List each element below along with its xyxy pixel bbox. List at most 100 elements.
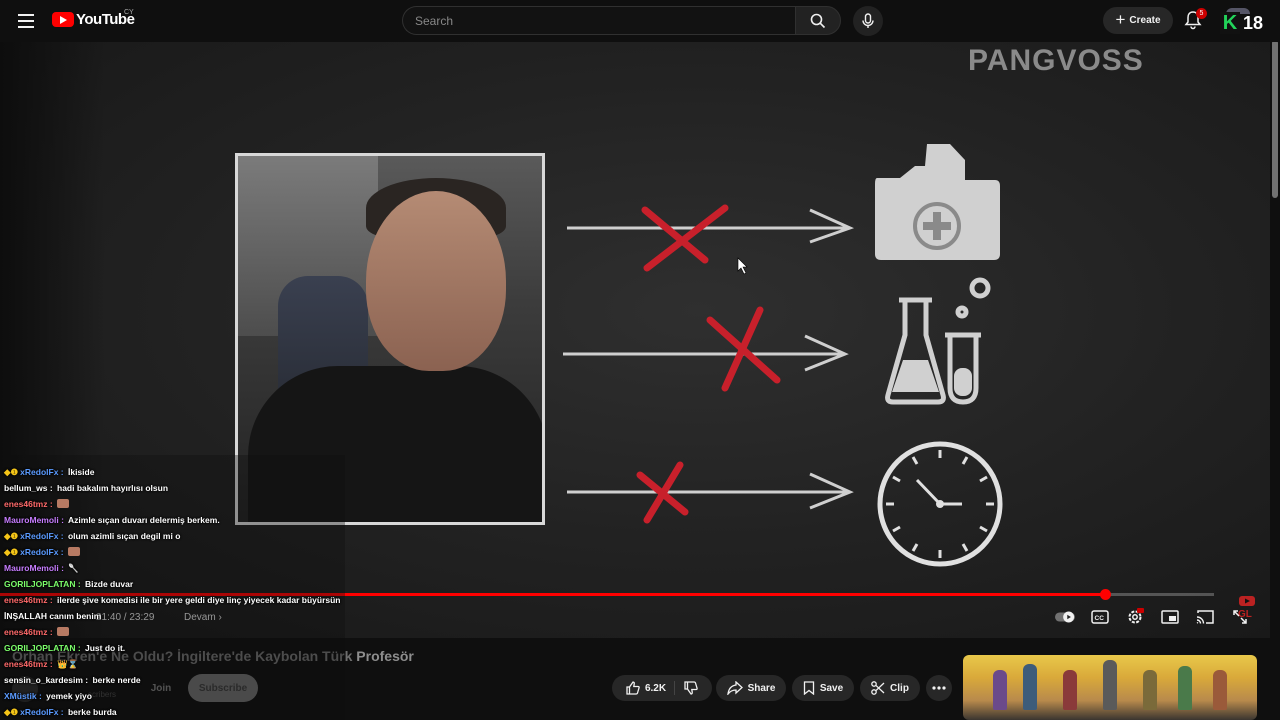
chat-text: Bizde duvar [82, 579, 134, 589]
chat-message: enes46tmz : 👑⌛ [4, 659, 78, 670]
chat-username[interactable]: enes46tmz : [4, 659, 53, 669]
chat-username[interactable]: xRedolFx : [20, 547, 63, 557]
age-rating-overlay: K 18 [1220, 12, 1263, 34]
chat-username[interactable]: enes46tmz : [4, 499, 53, 509]
live-chat-overlay: ◆❶ xRedolFx : İkiside bellum_ws : hadi bak… [0, 455, 345, 720]
chat-text: berke burda [65, 707, 117, 717]
chat-username[interactable]: GORILJOPLATAN : [4, 643, 81, 653]
chat-message: MauroMemoli : Azimle sıçan duvarı delerm… [4, 515, 220, 525]
chat-username[interactable]: xRedolFx : [20, 531, 63, 541]
chat-message: GORILJOPLATAN : Bizde duvar [4, 579, 133, 589]
like-button[interactable]: 6.2K [626, 681, 676, 695]
thumbnail-figure [1063, 670, 1077, 710]
thumbnail-figure [1178, 666, 1192, 710]
autoplay-toggle[interactable] [1055, 607, 1075, 627]
chat-username[interactable]: sensin_o_kardesim : [4, 675, 88, 685]
hamburger-menu-icon[interactable] [14, 10, 38, 32]
notifications-button[interactable]: 5 [1184, 8, 1207, 32]
settings-button[interactable] [1125, 607, 1145, 627]
search-input[interactable] [403, 7, 795, 34]
plus-icon: + [1115, 10, 1126, 29]
youtube-logo[interactable]: YouTube [52, 11, 135, 28]
save-label: Save [819, 682, 844, 694]
video-diagram [563, 144, 1003, 567]
chat-message: bellum_ws : hadi bakalım hayırlısı olsun [4, 483, 168, 493]
search-icon [810, 13, 826, 28]
chat-message: GORILJOPLATAN : Just do it. [4, 643, 125, 653]
cast-icon [1196, 610, 1214, 624]
chat-username[interactable]: MauroMemoli : [4, 563, 64, 573]
fullscreen-icon [1233, 610, 1247, 624]
scrollbar-thumb[interactable] [1272, 40, 1278, 198]
create-label: Create [1129, 15, 1161, 26]
chat-text: İkiside [65, 467, 95, 477]
miniplayer-button[interactable] [1160, 607, 1180, 627]
chat-text: 👑⌛ [54, 659, 79, 669]
chat-text: İNŞALLAH canım benim [4, 611, 102, 621]
youtube-watch-page: YouTube CY + Create 5 K 18 PANGVOSS [0, 0, 1280, 720]
chat-username[interactable]: xRedolFx : [20, 467, 63, 477]
video-title-end: Profesör [356, 648, 414, 664]
progress-scrubber[interactable] [1099, 589, 1111, 600]
like-dislike-group: 6.2K [612, 675, 712, 701]
search-button[interactable] [795, 6, 841, 35]
chat-badge-icon: ◆❶ [4, 547, 19, 557]
clip-button[interactable]: Clip [860, 675, 920, 701]
voice-search-button[interactable] [853, 6, 883, 36]
chat-username[interactable]: enes46tmz : [4, 595, 53, 605]
red-x-icon-2 [706, 306, 781, 392]
share-icon [726, 681, 743, 695]
chat-username[interactable]: GORILJOPLATAN : [4, 579, 81, 589]
more-actions-button[interactable] [926, 675, 952, 701]
chat-emote-icon [68, 547, 80, 556]
svg-text:CC: CC [1095, 615, 1105, 622]
chat-text: olum azimli sıçan degil mi o [65, 531, 181, 541]
thumbnail-figure [1143, 670, 1157, 710]
captions-icon: CC [1091, 610, 1109, 624]
like-count: 6.2K [644, 682, 667, 694]
chat-username[interactable]: enes46tmz : [4, 627, 53, 637]
autoplay-toggle-icon [1055, 611, 1075, 623]
chat-badge-icon: ◆❶ [4, 467, 19, 477]
cast-button[interactable] [1195, 607, 1215, 627]
chat-message: sensin_o_kardesim : berke nerde [4, 675, 141, 685]
chat-username[interactable]: XMüstik : [4, 691, 42, 701]
country-code: CY [124, 9, 134, 16]
chat-text: Just do it. [82, 643, 126, 653]
chat-text: hadi bakalım hayırlısı olsun [54, 483, 169, 493]
arrow-row-2 [563, 334, 849, 372]
chat-message: ◆❶ xRedolFx : berke burda [4, 707, 117, 718]
chat-username[interactable]: bellum_ws : [4, 483, 53, 493]
thumbnail-figure [1103, 660, 1117, 710]
chat-username[interactable]: xRedolFx : [20, 707, 63, 717]
thumbs-up-icon [626, 681, 640, 695]
youtube-play-icon [52, 12, 74, 27]
clock-icon [877, 441, 1003, 567]
fullscreen-button[interactable] [1230, 607, 1250, 627]
rating-k-logo: K [1220, 12, 1240, 34]
share-button[interactable]: Share [716, 675, 786, 701]
dislike-button[interactable] [680, 681, 698, 695]
scissors-icon [871, 681, 885, 695]
chat-text: berke nerde [90, 675, 141, 685]
chat-message: MauroMemoli : 🥄 [4, 563, 79, 574]
chat-badge-icon: ◆❶ [4, 707, 19, 717]
chat-text: Azimle sıçan duvarı delermiş berkem. [65, 515, 220, 525]
more-horizontal-icon [932, 686, 946, 690]
chat-message: ◆❶ xRedolFx : olum azimli sıçan degil mi … [4, 531, 180, 542]
red-x-icon-1 [641, 204, 729, 272]
recommended-video-thumbnail[interactable] [963, 655, 1257, 720]
chat-emote-icon [57, 627, 70, 636]
create-button[interactable]: + Create [1103, 7, 1173, 34]
gear-icon [1128, 608, 1144, 624]
thumbs-down-icon [684, 681, 698, 695]
chat-message: İNŞALLAH canım benim [4, 611, 101, 621]
save-button[interactable]: Save [792, 675, 854, 701]
masthead: YouTube CY + Create 5 K 18 [0, 0, 1280, 42]
chat-username[interactable]: MauroMemoli : [4, 515, 64, 525]
thumbnail-figure [1023, 664, 1037, 710]
search-box [402, 6, 795, 35]
mouse-cursor-icon [737, 257, 748, 275]
thumbnail-figure [1213, 670, 1227, 710]
captions-button[interactable]: CC [1090, 607, 1110, 627]
